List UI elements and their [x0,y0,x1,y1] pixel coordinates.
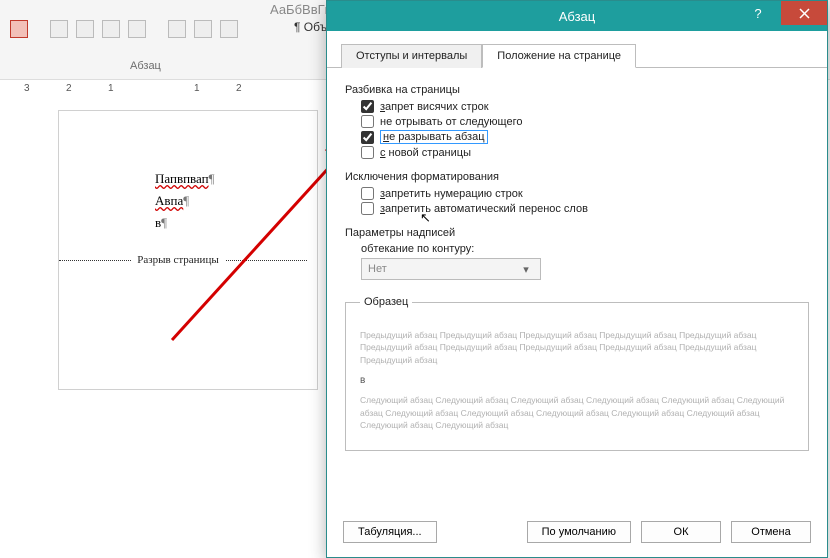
checkbox-keep-together[interactable] [361,131,374,144]
checkbox-suppress-ln[interactable] [361,187,374,200]
page-break-indicator: Разрыв страницы [59,249,307,261]
sample-current: в [360,373,794,388]
wrap-value: Нет [368,263,387,275]
cancel-button[interactable]: Отмена [731,521,811,543]
borders-icon[interactable] [220,20,238,38]
ribbon-group-label: Абзац [130,60,161,72]
checkbox-page-break-before[interactable] [361,146,374,159]
show-marks-label[interactable]: ¶ Объ [294,20,327,34]
ok-button[interactable]: ОК [641,521,721,543]
align-center-icon[interactable] [76,20,94,38]
set-default-button[interactable]: По умолчанию [527,521,631,543]
dialog-footer: Табуляция... По умолчанию ОК Отмена [327,511,827,557]
wrap-label: обтекание по контуру: [361,243,809,255]
help-button[interactable]: ? [735,1,781,25]
group-textbox-label: Параметры надписей [345,227,809,239]
option-keep-with-next: не отрывать от следующего [361,115,809,128]
sample-prev-text: Предыдущий абзац Предыдущий абзац Предыд… [360,329,794,367]
text-line: в¶ [155,215,307,231]
text-line: Папвпвап¶ [155,171,307,187]
checkbox-keep-next[interactable] [361,115,374,128]
sample-next-text: Следующий абзац Следующий абзац Следующи… [360,394,794,432]
align-left-icon[interactable] [50,20,68,38]
group-exceptions-label: Исключения форматирования [345,171,809,183]
text-line: Авпа¶ [155,193,307,209]
close-button[interactable] [781,1,827,25]
shading-icon[interactable] [194,20,212,38]
group-paging-label: Разбивка на страницы [345,84,809,96]
dialog-body: Разбивка на страницы запрет висячих стро… [327,68,827,511]
option-page-break-before: с новой страницы [361,146,809,159]
option-no-hyphenation: запретить автоматический перенос слов [361,202,809,215]
tabs-button[interactable]: Табуляция... [343,521,437,543]
option-widow-control: запрет висячих строк [361,100,809,113]
dialog-tabs: Отступы и интервалы Положение на страниц… [327,31,827,68]
checkbox-widow[interactable] [361,100,374,113]
align-right-icon[interactable] [102,20,120,38]
line-spacing-icon[interactable] [168,20,186,38]
dialog-titlebar[interactable]: Абзац ? [327,1,827,31]
option-keep-lines-together: не разрывать абзац [361,130,809,144]
align-justify-icon[interactable] [128,20,146,38]
sample-legend: Образец [360,294,412,311]
tab-indents[interactable]: Отступы и интервалы [341,44,482,68]
option-suppress-line-numbers: запретить нумерацию строк [361,187,809,200]
paragraph-dialog: Абзац ? Отступы и интервалы Положение на… [326,0,828,558]
chevron-down-icon: ▾ [518,263,534,276]
ribbon-paragraph-group [10,20,238,38]
tab-page-position[interactable]: Положение на странице [482,44,636,68]
font-color-icon[interactable] [10,20,28,38]
dialog-title: Абзац [559,9,595,24]
checkbox-no-hyphen[interactable] [361,202,374,215]
wrap-dropdown[interactable]: Нет ▾ [361,258,541,280]
sample-preview: Образец Предыдущий абзац Предыдущий абза… [345,294,809,451]
document-page[interactable]: Папвпвап¶ Авпа¶ в¶ Разрыв страницы [58,110,318,390]
